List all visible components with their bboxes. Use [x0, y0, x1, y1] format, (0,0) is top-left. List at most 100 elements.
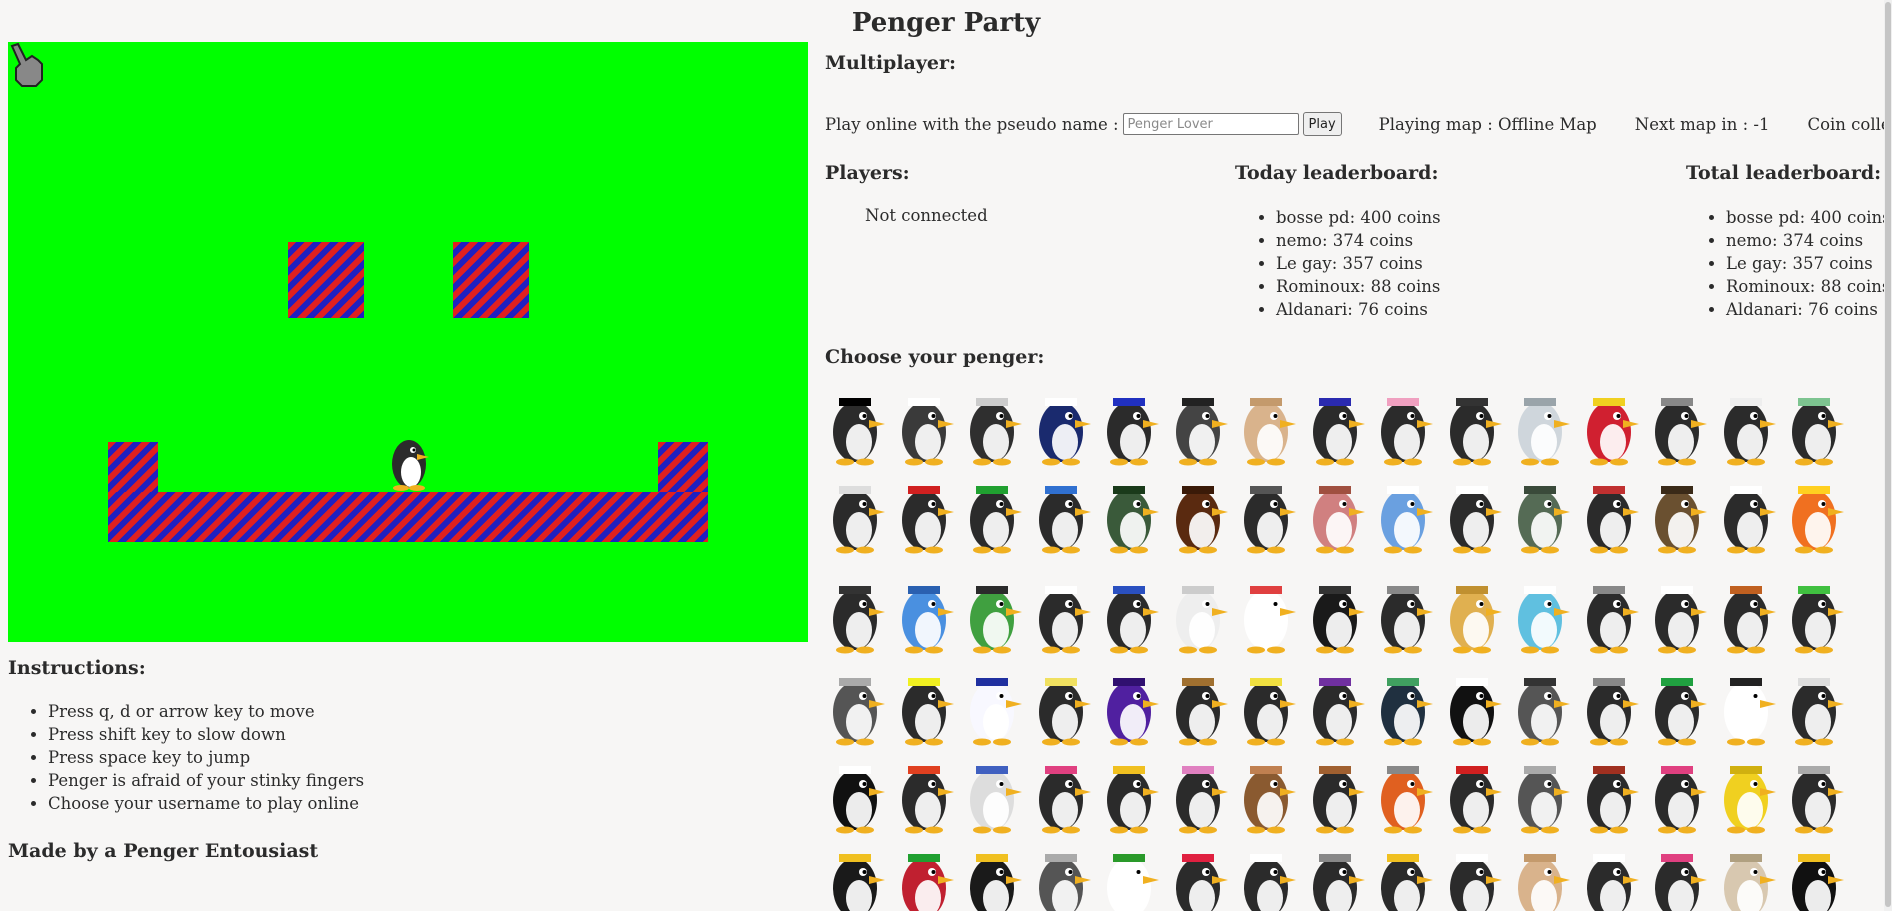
penger-skin-laptop-icon[interactable] [1579, 666, 1643, 746]
penger-skin-white-ghost-icon[interactable] [1168, 574, 1232, 654]
pseudo-input[interactable] [1122, 113, 1299, 135]
penger-skin-paperclip-icon[interactable] [1510, 386, 1574, 466]
penger-skin-knight-icon[interactable] [1784, 754, 1845, 834]
penger-skin-cap-blue-icon[interactable] [1305, 386, 1369, 466]
penger-skin-sunglasses-icon[interactable] [825, 386, 889, 466]
leaderboard-entry: nemo: 374 coins [1726, 229, 1891, 252]
penger-skin-blue-fish-icon[interactable] [894, 574, 958, 654]
pseudo-label: Play online with the pseudo name : [825, 114, 1119, 134]
penger-skin-red-scarf-icon[interactable] [894, 474, 958, 554]
page-scrollbar[interactable] [1884, 0, 1892, 911]
penger-skin-green-jersey-icon[interactable] [1647, 666, 1711, 746]
penger-skin-strawberry-icon[interactable] [894, 842, 958, 911]
penger-skin-plain-2-icon[interactable] [1236, 842, 1300, 911]
penger-skin-sailor-icon[interactable] [962, 754, 1026, 834]
penger-skin-camel-2-icon[interactable] [1510, 842, 1574, 911]
penger-skin-navy-icon[interactable] [1031, 386, 1095, 466]
penger-skin-jester-icon[interactable] [1579, 386, 1643, 466]
penger-skin-green-flower-icon[interactable] [962, 474, 1026, 554]
penger-skin-striped-icon[interactable] [825, 474, 889, 554]
penger-skin-gopher-icon[interactable] [1510, 574, 1574, 654]
penger-skin-trans-cap-icon[interactable] [1373, 386, 1437, 466]
penger-skin-tall-grey-icon[interactable] [1031, 842, 1095, 911]
scrollbar-thumb[interactable] [1885, 2, 1891, 907]
penger-skin-sleeping-icon[interactable] [1236, 474, 1300, 554]
penger-skin-keyboard-icon[interactable] [1442, 386, 1506, 466]
penger-skin-joker-icon[interactable] [1305, 666, 1369, 746]
play-button[interactable]: Play [1302, 112, 1342, 136]
penger-skin-tie-icon[interactable] [1373, 842, 1437, 911]
penger-skin-big-penguin-icon[interactable] [1442, 666, 1506, 746]
penger-skin-black-cat-sit-icon[interactable] [825, 754, 889, 834]
penger-skin-mac-icon[interactable] [1716, 666, 1780, 746]
penger-skin-classic-icon[interactable] [1716, 474, 1780, 554]
penger-skin-party-icon[interactable] [1647, 754, 1711, 834]
penger-skin-heart-icon[interactable] [1168, 842, 1232, 911]
penger-skin-pink-hair-icon[interactable] [1168, 754, 1232, 834]
penger-skin-green-coat-icon[interactable] [1510, 474, 1574, 554]
penger-skin-frankenstein-icon[interactable] [962, 574, 1026, 654]
penger-skin-yellow-hat-icon[interactable] [894, 666, 958, 746]
penger-skin-purple-hood-icon[interactable] [1099, 666, 1163, 746]
penger-skin-bottle-icon[interactable] [1784, 386, 1845, 466]
penger-skin-grid [825, 386, 1845, 911]
penger-skin-chef-icon[interactable] [1031, 574, 1095, 654]
penger-skin-striped-shirt-icon[interactable] [1784, 666, 1845, 746]
penger-skin-white-cap-icon[interactable] [1236, 574, 1300, 654]
penger-skin-blue-scarf-icon[interactable] [1031, 474, 1095, 554]
penger-skin-chef-hat-icon[interactable] [1716, 386, 1780, 466]
penger-skin-cowboy-icon[interactable] [1305, 474, 1369, 554]
penger-skin-red-stripe-icon[interactable] [1579, 474, 1643, 554]
penger-skin-plain-icon[interactable] [1647, 574, 1711, 654]
penger-skin-gun-icon[interactable] [1716, 574, 1780, 654]
penger-skin-robot-icon[interactable] [1373, 754, 1437, 834]
penger-skin-violin-icon[interactable] [1305, 754, 1369, 834]
penger-skin-hacker-icon[interactable] [1784, 574, 1845, 654]
penger-skin-grey-fat-icon[interactable] [825, 666, 889, 746]
penger-skin-fish-icon[interactable] [825, 574, 889, 654]
penger-skin-olololo-icon[interactable] [1099, 386, 1163, 466]
penger-skin-code-icon[interactable] [825, 842, 889, 911]
leaderboard-entry: Le gay: 357 coins [1726, 252, 1891, 275]
penger-skin-beige-icon[interactable] [1716, 842, 1780, 911]
penger-skin-miner-icon[interactable] [1099, 754, 1163, 834]
penger-skin-terminal-icon[interactable] [1373, 666, 1437, 746]
penger-skin-pipe-icon[interactable] [1305, 842, 1369, 911]
penger-skin-aviator-icon[interactable] [1647, 474, 1711, 554]
penger-skin-blue-shirt-icon[interactable] [1099, 574, 1163, 654]
penger-skin-fire-icon[interactable] [1784, 474, 1845, 554]
penger-skin-zombie-icon[interactable] [1099, 474, 1163, 554]
penger-skin-hooded-icon[interactable] [1168, 474, 1232, 554]
penger-skin-cowboy-hat-icon[interactable] [1168, 666, 1232, 746]
penger-skin-dark-camel-icon[interactable] [1168, 386, 1232, 466]
penger-skin-old-icon[interactable] [1510, 754, 1574, 834]
penger-skin-ninja-icon[interactable] [1442, 754, 1506, 834]
penger-skin-viking-icon[interactable] [1579, 754, 1643, 834]
penger-skin-camera-icon[interactable] [1647, 386, 1711, 466]
penger-skin-blue-dino-icon[interactable] [1373, 474, 1437, 554]
penger-skin-yellow-icon[interactable] [1716, 754, 1780, 834]
penger-skin-tuxedo-w-icon[interactable] [1579, 574, 1643, 654]
game-canvas[interactable] [8, 42, 808, 642]
penger-skin-camel-icon[interactable] [1236, 386, 1300, 466]
penger-skin-lightbulb-icon[interactable] [1236, 666, 1300, 746]
penger-skin-big-head-icon[interactable] [962, 842, 1026, 911]
penger-skin-silver-hair-icon[interactable] [962, 386, 1026, 466]
penger-skin-godzilla-icon[interactable] [1510, 666, 1574, 746]
penger-skin-big-black-icon[interactable] [1784, 842, 1845, 911]
penger-skin-frog-eyes-icon[interactable] [1099, 842, 1163, 911]
penger-skin-halo-icon[interactable] [1031, 666, 1095, 746]
penger-skin-plain-3-icon[interactable] [1442, 842, 1506, 911]
penger-skin-mohawk-icon[interactable] [1647, 842, 1711, 911]
penger-skin-captain-icon[interactable] [1031, 754, 1095, 834]
penger-skin-gold-icon[interactable] [1442, 574, 1506, 654]
penger-skin-headphones-icon[interactable] [1373, 574, 1437, 654]
penger-skin-red-cap-icon[interactable] [894, 754, 958, 834]
penger-skin-grey-icon[interactable] [894, 386, 958, 466]
list-item: Penger is afraid of your stinky fingers [48, 769, 364, 792]
penger-skin-document-icon[interactable] [962, 666, 1026, 746]
penger-skin-plain-4-icon[interactable] [1579, 842, 1643, 911]
penger-skin-black-cat-icon[interactable] [1305, 574, 1369, 654]
penger-skin-monkey-icon[interactable] [1236, 754, 1300, 834]
penger-skin-ghost-mask-icon[interactable] [1442, 474, 1506, 554]
